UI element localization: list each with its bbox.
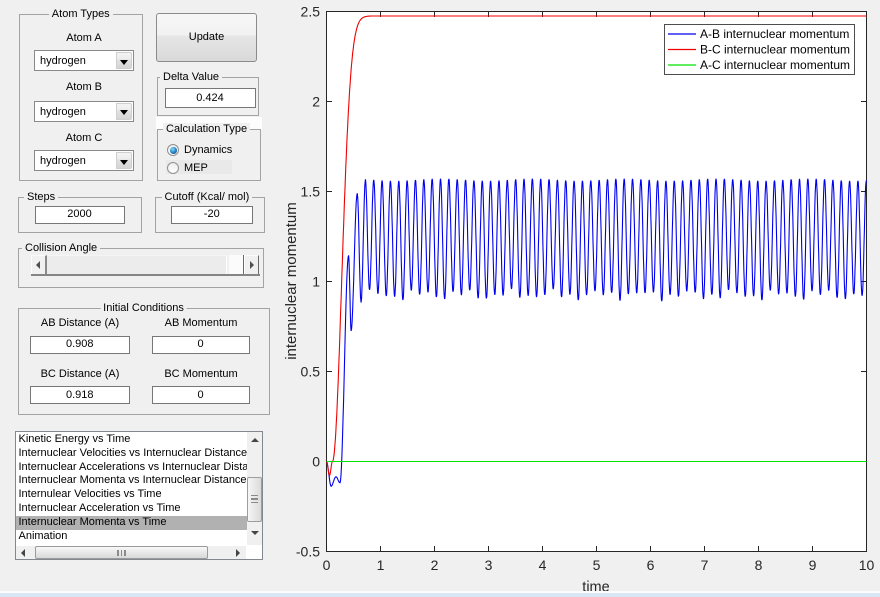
svg-text:internuclear momentum: internuclear momentum [283, 202, 300, 360]
svg-text:7: 7 [701, 557, 709, 573]
svg-text:9: 9 [809, 557, 817, 573]
svg-text:0: 0 [312, 454, 320, 470]
svg-text:6: 6 [647, 557, 655, 573]
svg-text:4: 4 [539, 557, 547, 573]
svg-text:2: 2 [312, 94, 320, 110]
svg-text:1: 1 [312, 274, 320, 290]
svg-text:-0.5: -0.5 [296, 544, 320, 560]
svg-text:0: 0 [323, 557, 331, 573]
svg-text:10: 10 [859, 557, 875, 573]
svg-text:B-C internuclear momentum: B-C internuclear momentum [700, 43, 850, 57]
svg-text:3: 3 [485, 557, 493, 573]
svg-text:A-C internuclear momentum: A-C internuclear momentum [700, 58, 850, 72]
svg-text:A-B internuclear momentum: A-B internuclear momentum [700, 27, 849, 41]
svg-text:0.5: 0.5 [301, 364, 321, 380]
svg-text:1: 1 [377, 557, 385, 573]
svg-text:2: 2 [431, 557, 439, 573]
svg-text:8: 8 [755, 557, 763, 573]
svg-text:5: 5 [593, 557, 601, 573]
svg-text:2.5: 2.5 [301, 4, 321, 20]
svg-text:1.5: 1.5 [301, 184, 321, 200]
